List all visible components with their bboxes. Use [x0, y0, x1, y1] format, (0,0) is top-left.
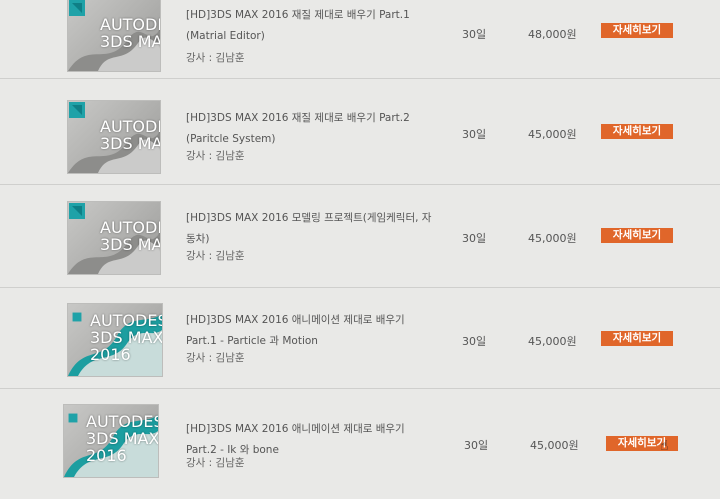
course-teacher: 강사 : 김남훈: [186, 457, 245, 469]
course-price: 45,000원: [528, 232, 577, 245]
thumb-brand: AUTODESK 3DS MAX: [100, 15, 160, 51]
course-price: 45,000원: [528, 335, 577, 348]
detail-button[interactable]: 자세히보기: [601, 331, 673, 346]
course-row: AUTODESK 3DS MAX [HD]3DS MAX 2016 모델링 프로…: [0, 185, 720, 288]
course-days: 30일: [462, 232, 487, 245]
course-row: AUTODESK 3DS MAX 2016 [HD]3DS MAX 2016 애…: [0, 389, 720, 499]
course-days: 30일: [462, 128, 487, 141]
course-thumbnail[interactable]: AUTODESK 3DS MAX 2016: [64, 405, 158, 477]
course-thumbnail[interactable]: AUTODESK 3DS MAX: [68, 0, 160, 71]
course-teacher: 강사 : 김남훈: [186, 52, 245, 64]
course-days: 30일: [462, 335, 487, 348]
thumb-brand: AUTODESK 3DS MAX 2016: [90, 311, 162, 364]
course-title[interactable]: [HD]3DS MAX 2016 재질 제대로 배우기 Part.2 (Pari…: [186, 108, 436, 150]
course-thumbnail[interactable]: AUTODESK 3DS MAX 2016: [68, 304, 162, 376]
course-row: AUTODESK 3DS MAX 2016 [HD]3DS MAX 2016 애…: [0, 288, 720, 389]
course-teacher: 강사 : 김남훈: [186, 150, 245, 162]
hand-pointer-icon: ☝: [660, 438, 669, 454]
course-teacher: 강사 : 김남훈: [186, 352, 245, 364]
thumb-brand: AUTODESK 3DS MAX 2016: [86, 412, 158, 465]
detail-button[interactable]: 자세히보기: [601, 124, 673, 139]
course-title[interactable]: [HD]3DS MAX 2016 애니메이션 제대로 배우기 Part.1 - …: [186, 310, 436, 352]
course-title[interactable]: [HD]3DS MAX 2016 재질 제대로 배우기 Part.1 (Matr…: [186, 5, 436, 47]
3dsmax-logo-icon: [69, 0, 85, 16]
3dsmax-logo-icon: [69, 203, 85, 219]
course-price: 48,000원: [528, 28, 577, 41]
3dsmax-logo-icon: [72, 312, 82, 322]
course-price: 45,000원: [528, 128, 577, 141]
course-days: 30일: [462, 28, 487, 41]
course-row: AUTODESK 3DS MAX [HD]3DS MAX 2016 재질 제대로…: [0, 0, 720, 79]
thumb-brand: AUTODESK 3DS MAX: [100, 218, 160, 254]
course-price: 45,000원: [530, 439, 579, 452]
3dsmax-logo-icon: [68, 413, 78, 423]
course-title[interactable]: [HD]3DS MAX 2016 모델링 프로젝트(게임케릭터, 자동차): [186, 208, 436, 250]
course-days: 30일: [464, 439, 489, 452]
course-thumbnail[interactable]: AUTODESK 3DS MAX: [68, 101, 160, 173]
course-row: AUTODESK 3DS MAX [HD]3DS MAX 2016 재질 제대로…: [0, 78, 720, 185]
detail-button[interactable]: 자세히보기: [601, 23, 673, 38]
course-teacher: 강사 : 김남훈: [186, 250, 245, 262]
3dsmax-logo-icon: [69, 102, 85, 118]
detail-button[interactable]: 자세히보기: [601, 228, 673, 243]
thumb-brand: AUTODESK 3DS MAX: [100, 117, 160, 153]
course-thumbnail[interactable]: AUTODESK 3DS MAX: [68, 202, 160, 274]
